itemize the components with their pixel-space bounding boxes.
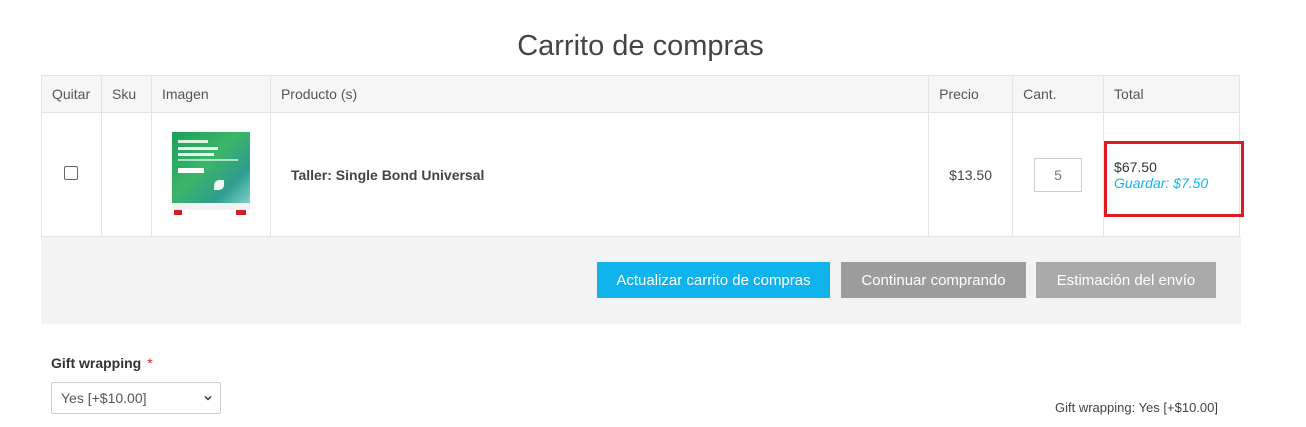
header-qty: Cant. — [1012, 75, 1105, 113]
header-sku: Sku — [100, 75, 152, 113]
continue-shopping-button[interactable]: Continuar comprando — [841, 262, 1026, 298]
remove-checkbox[interactable] — [64, 166, 79, 180]
price-cell: $13.50 — [928, 112, 1014, 237]
quantity-input[interactable]: 5 — [1034, 157, 1083, 192]
header-total: Total — [1103, 75, 1240, 113]
product-image[interactable] — [162, 132, 260, 217]
header-remove: Quitar — [41, 75, 102, 113]
image-cell — [150, 112, 271, 237]
chevron-down-icon — [204, 396, 212, 401]
page-title: Carrito de compras — [517, 30, 764, 62]
header-product: Producto (s) — [269, 75, 930, 113]
remove-cell — [41, 112, 102, 237]
gift-wrapping-label-text: Gift wrapping — [51, 355, 142, 371]
gift-wrapping-summary: Gift wrapping: Yes [+$10.00] — [1055, 400, 1218, 415]
gift-wrapping-select[interactable]: Yes [+$10.00] — [51, 382, 221, 414]
header-image: Imagen — [150, 75, 271, 113]
required-mark: * — [147, 355, 153, 371]
update-cart-button[interactable]: Actualizar carrito de compras — [597, 262, 830, 298]
gift-wrapping-selected: Yes [+$10.00] — [61, 390, 147, 406]
cart-table: Quitar Sku Imagen Producto (s) Precio Ca… — [41, 75, 1240, 237]
estimate-shipping-button[interactable]: Estimación del envío — [1036, 262, 1216, 298]
highlight-box — [1104, 141, 1244, 217]
table-header-row: Quitar Sku Imagen Producto (s) Precio Ca… — [41, 75, 1240, 113]
gift-wrapping-label: Gift wrapping * — [51, 355, 153, 371]
table-row: Taller: Single Bond Universal $13.50 5 $… — [41, 112, 1240, 237]
qty-cell: 5 — [1012, 112, 1105, 237]
cart-actions: Actualizar carrito de compras Continuar … — [41, 237, 1241, 324]
product-name[interactable]: Taller: Single Bond Universal — [269, 112, 930, 237]
sku-cell — [100, 112, 152, 237]
header-price: Precio — [928, 75, 1014, 113]
